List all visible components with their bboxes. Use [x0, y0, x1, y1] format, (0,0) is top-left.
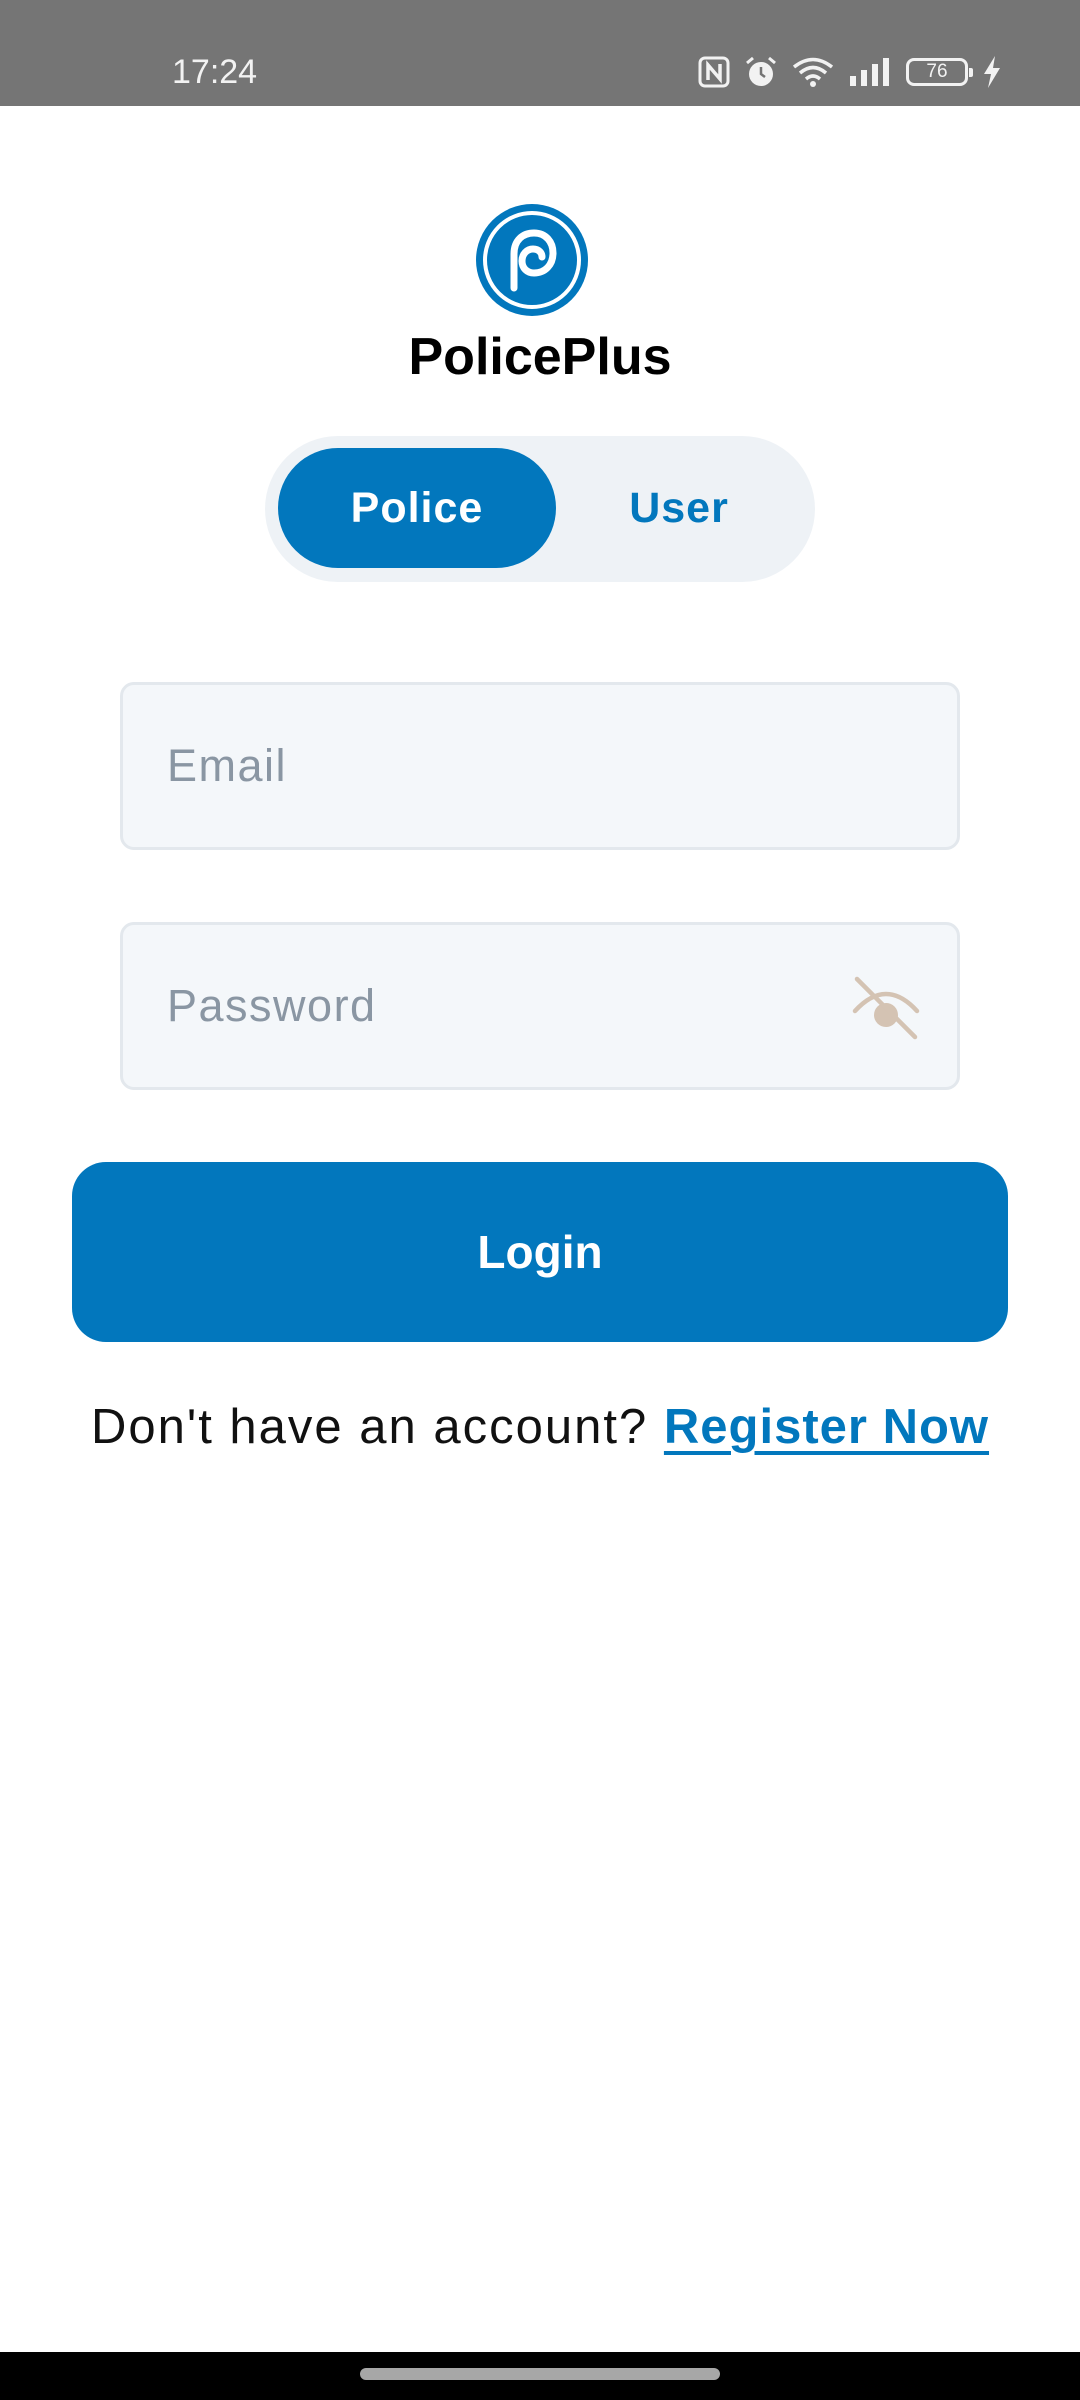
app-title: PolicePlus — [408, 328, 672, 386]
eye-off-icon[interactable] — [849, 971, 923, 1045]
status-bar: 17:24 76 — [0, 0, 1080, 106]
status-icons: 76 — [698, 52, 1002, 92]
password-field-container — [120, 922, 960, 1090]
login-screen: 17:24 76 PolicePlus Police User Email Lo… — [0, 0, 1080, 2400]
register-prompt: Don't have an account? — [90, 1400, 664, 1454]
nfc-icon — [698, 56, 730, 88]
email-field-container — [120, 682, 960, 850]
charging-icon — [982, 55, 1002, 89]
home-indicator[interactable] — [360, 2368, 720, 2380]
alarm-icon — [744, 55, 778, 89]
status-time: 17:24 — [172, 53, 258, 91]
battery-icon: 76 — [906, 58, 973, 86]
battery-level: 76 — [926, 61, 948, 82]
role-toggle: Police User — [265, 436, 815, 582]
navigation-bar — [0, 2352, 1080, 2400]
wifi-icon — [792, 56, 834, 88]
role-option-user[interactable]: User — [556, 448, 802, 568]
email-field[interactable] — [167, 685, 867, 847]
register-prompt-line: Don't have an account? Register Now — [0, 1394, 1080, 1460]
login-button[interactable]: Login — [72, 1162, 1008, 1342]
signal-icon — [848, 56, 892, 88]
password-field[interactable] — [167, 925, 867, 1087]
policeplus-logo-icon — [474, 202, 590, 318]
register-now-link[interactable]: Register Now — [664, 1400, 989, 1454]
role-option-police[interactable]: Police — [278, 448, 556, 568]
